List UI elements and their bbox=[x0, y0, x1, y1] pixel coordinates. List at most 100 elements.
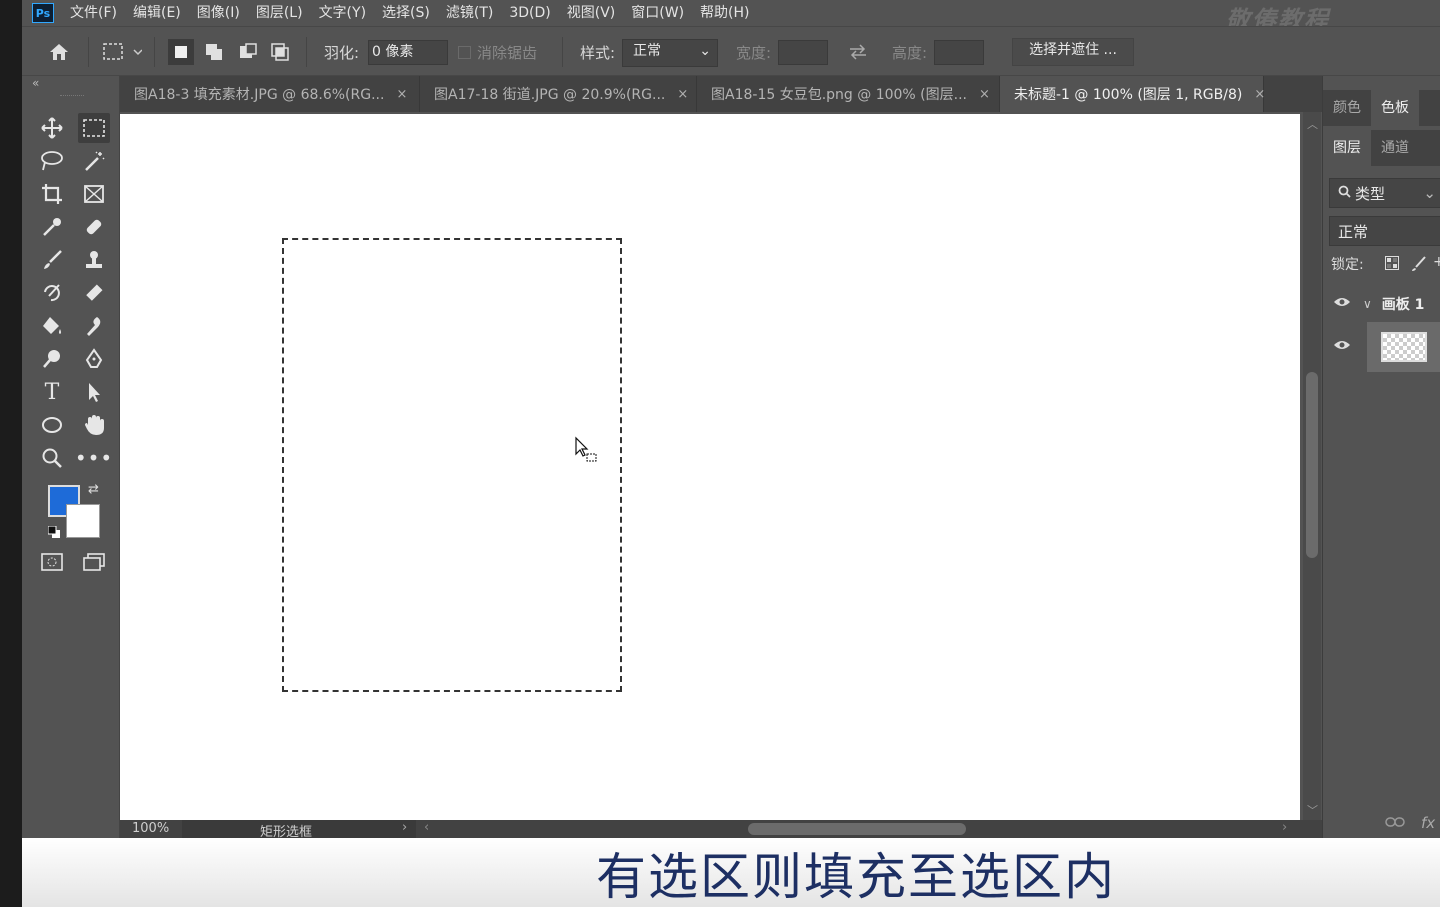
dodge-tool-icon[interactable] bbox=[36, 344, 68, 374]
hand-tool-icon[interactable] bbox=[78, 410, 110, 440]
tab-label: 图A18-15 女豆包.png @ 100% (图层... bbox=[711, 87, 967, 103]
collapse-icon[interactable]: « bbox=[32, 76, 39, 90]
frame-tool-icon[interactable] bbox=[78, 179, 110, 209]
screen-mode-icon[interactable] bbox=[78, 547, 110, 577]
spot-healing-brush-icon[interactable] bbox=[78, 212, 110, 242]
search-icon bbox=[1338, 184, 1351, 202]
tab-street[interactable]: 图A17-18 街道.JPG @ 20.9%(RG... × bbox=[420, 76, 697, 112]
tab-swatches[interactable]: 色板 bbox=[1371, 90, 1419, 126]
close-icon[interactable]: × bbox=[677, 87, 688, 102]
lock-transparency-icon[interactable] bbox=[1385, 256, 1399, 274]
blend-mode-select[interactable]: 正常 bbox=[1329, 216, 1440, 246]
smudge-tool-icon[interactable] bbox=[78, 311, 110, 341]
menu-edit[interactable]: 编辑(E) bbox=[125, 0, 189, 26]
width-input[interactable] bbox=[778, 40, 828, 65]
menu-window[interactable]: 窗口(W) bbox=[623, 0, 692, 26]
vertical-scroll-thumb[interactable] bbox=[1306, 372, 1318, 558]
swap-dimensions-icon[interactable] bbox=[848, 27, 868, 77]
default-colors-icon[interactable] bbox=[47, 525, 60, 538]
tab-color[interactable]: 颜色 bbox=[1323, 90, 1371, 126]
lock-label: 锁定: bbox=[1331, 257, 1364, 273]
quick-mask-icon[interactable] bbox=[36, 547, 68, 577]
tab-layers[interactable]: 图层 bbox=[1323, 130, 1371, 166]
scroll-up-icon[interactable]: ︿ bbox=[1307, 116, 1318, 132]
feather-input[interactable]: 0 像素 bbox=[368, 40, 448, 65]
rectangular-marquee-tool-icon[interactable] bbox=[78, 113, 110, 143]
clone-stamp-tool-icon[interactable] bbox=[78, 245, 110, 275]
menu-layer[interactable]: 图层(L) bbox=[248, 0, 311, 26]
eyedropper-tool-icon[interactable] bbox=[36, 212, 68, 242]
close-icon[interactable]: × bbox=[396, 87, 407, 102]
marquee-preset-icon[interactable] bbox=[102, 27, 142, 77]
menu-view[interactable]: 视图(V) bbox=[559, 0, 624, 26]
document-canvas[interactable] bbox=[120, 114, 1300, 820]
caption-bar: 有选区则填充至选区内 bbox=[22, 838, 1440, 907]
height-label: 高度: bbox=[892, 43, 928, 62]
brush-tool-icon[interactable] bbox=[36, 245, 68, 275]
layer-selected-bg[interactable] bbox=[1367, 322, 1440, 372]
eye-icon[interactable] bbox=[1333, 296, 1351, 312]
tab-channels[interactable]: 通道 bbox=[1371, 130, 1419, 166]
close-icon[interactable]: × bbox=[1254, 87, 1265, 102]
magic-wand-tool-icon[interactable] bbox=[78, 146, 110, 176]
layer-filter-select[interactable]: 类型 ⌄ bbox=[1329, 178, 1440, 208]
layer-row-layer1[interactable] bbox=[1323, 322, 1440, 372]
options-bar: 羽化: 0 像素 消除锯齿 样式: 正常 ⌄ 宽度: 高度: 选择并遮住 ... bbox=[22, 26, 1440, 76]
divider bbox=[306, 37, 307, 67]
layer-row-artboard[interactable]: ∨ 画板 1 bbox=[1323, 290, 1440, 318]
move-tool-icon[interactable] bbox=[36, 113, 68, 143]
add-selection-icon[interactable] bbox=[204, 27, 224, 77]
link-layers-icon[interactable] bbox=[1385, 816, 1405, 832]
fx-icon[interactable]: fx bbox=[1421, 814, 1435, 832]
background-color-swatch[interactable] bbox=[66, 504, 100, 538]
scroll-right-icon[interactable]: › bbox=[1282, 820, 1287, 835]
menu-help[interactable]: 帮助(H) bbox=[692, 0, 757, 26]
close-icon[interactable]: × bbox=[979, 87, 990, 102]
status-menu-arrow-icon[interactable]: › bbox=[402, 820, 407, 835]
height-input[interactable] bbox=[934, 40, 984, 65]
more-tools-icon[interactable]: ••• bbox=[75, 443, 112, 473]
select-and-mask-button[interactable]: 选择并遮住 ... bbox=[1012, 38, 1134, 66]
menu-3d[interactable]: 3D(D) bbox=[501, 0, 558, 26]
eraser-tool-icon[interactable] bbox=[78, 278, 110, 308]
color-panel-tabs: 颜色 色板 bbox=[1323, 90, 1440, 126]
scroll-down-icon[interactable]: ﹀ bbox=[1307, 802, 1318, 818]
scroll-left-icon[interactable]: ‹ bbox=[424, 820, 429, 835]
antialias-checkbox[interactable]: 消除锯齿 bbox=[458, 27, 537, 77]
paint-bucket-icon[interactable] bbox=[36, 311, 68, 341]
chevron-down-icon[interactable]: ∨ bbox=[1363, 297, 1372, 311]
style-select[interactable]: 正常 ⌄ bbox=[622, 39, 718, 67]
menu-file[interactable]: 文件(F) bbox=[62, 0, 125, 26]
lasso-tool-icon[interactable] bbox=[36, 146, 68, 176]
ps-logo-icon: Ps bbox=[32, 3, 54, 23]
tab-doubao[interactable]: 图A18-15 女豆包.png @ 100% (图层... × bbox=[697, 76, 1000, 112]
menu-filter[interactable]: 滤镜(T) bbox=[438, 0, 501, 26]
lock-position-icon[interactable]: + bbox=[1433, 254, 1440, 270]
ellipse-tool-icon[interactable] bbox=[36, 410, 68, 440]
intersect-selection-icon[interactable] bbox=[270, 27, 290, 77]
subtract-selection-icon[interactable] bbox=[238, 27, 258, 77]
tab-untitled-1[interactable]: 未标题-1 @ 100% (图层 1, RGB/8) × bbox=[1000, 76, 1265, 112]
history-brush-icon[interactable] bbox=[36, 278, 68, 308]
new-selection-icon[interactable] bbox=[168, 39, 194, 65]
filter-type: 类型 bbox=[1355, 184, 1386, 203]
lock-pixels-icon[interactable] bbox=[1411, 256, 1427, 276]
swap-colors-icon[interactable]: ⇄ bbox=[88, 482, 99, 497]
tools-panel: « T ••• ⇄ bbox=[22, 76, 120, 838]
menu-select[interactable]: 选择(S) bbox=[374, 0, 438, 26]
path-selection-icon[interactable] bbox=[78, 377, 110, 407]
zoom-tool-icon[interactable] bbox=[36, 443, 68, 473]
menu-type[interactable]: 文字(Y) bbox=[311, 0, 374, 26]
rectangular-selection[interactable] bbox=[282, 238, 622, 692]
pen-tool-icon[interactable] bbox=[78, 344, 110, 374]
zoom-level[interactable]: 100% bbox=[132, 821, 169, 836]
grip[interactable] bbox=[60, 95, 84, 98]
horizontal-scroll-thumb[interactable] bbox=[748, 823, 966, 835]
tab-fill-material[interactable]: 图A18-3 填充素材.JPG @ 68.6%(RG... × bbox=[120, 76, 420, 112]
eye-icon[interactable] bbox=[1333, 339, 1351, 355]
menu-image[interactable]: 图像(I) bbox=[189, 0, 248, 26]
vertical-scrollbar[interactable]: ︿ ﹀ bbox=[1303, 112, 1321, 820]
crop-tool-icon[interactable] bbox=[36, 179, 68, 209]
home-icon[interactable] bbox=[48, 27, 70, 77]
type-tool-icon[interactable]: T bbox=[36, 377, 68, 407]
